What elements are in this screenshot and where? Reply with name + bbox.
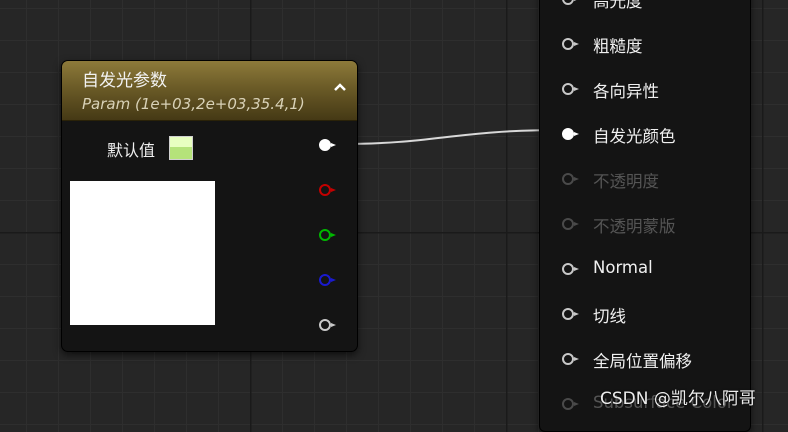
material-input-row[interactable]: 各向异性 xyxy=(562,77,742,101)
input-pin[interactable] xyxy=(562,38,579,50)
input-pin[interactable] xyxy=(562,83,579,95)
material-input-row-emissive[interactable]: 自发光颜色 xyxy=(562,122,742,146)
material-input-row-disabled: 不透明度 xyxy=(562,167,742,191)
input-pin xyxy=(562,398,579,410)
default-color-swatch[interactable] xyxy=(169,136,193,160)
input-label: 全局位置偏移 xyxy=(593,352,692,371)
input-pin xyxy=(562,173,579,185)
input-pin[interactable] xyxy=(562,0,579,5)
input-label: 粗糙度 xyxy=(593,37,643,56)
material-input-row[interactable]: 高光度 xyxy=(562,0,742,11)
material-input-row[interactable]: 粗糙度 xyxy=(562,32,742,56)
node-subtitle: Param (1e+03,2e+03,35.4,1) xyxy=(82,95,305,113)
material-input-row[interactable]: Normal xyxy=(562,257,742,281)
input-pin[interactable] xyxy=(562,353,579,365)
node-header[interactable]: 自发光参数 Param (1e+03,2e+03,35.4,1) xyxy=(62,61,357,121)
collapse-chevron-icon[interactable] xyxy=(331,79,349,97)
default-value-label: 默认值 xyxy=(107,141,156,160)
material-input-row[interactable]: 全局位置偏移 xyxy=(562,347,742,371)
watermark: CSDN @凯尔八阿哥 xyxy=(600,389,756,409)
input-label: 不透明蒙版 xyxy=(593,217,676,236)
material-input-row-disabled: 不透明蒙版 xyxy=(562,212,742,236)
input-pin-connected[interactable] xyxy=(562,128,579,140)
output-pin-rgb[interactable] xyxy=(319,139,336,151)
node-title: 自发光参数 xyxy=(82,71,167,91)
output-pin-r[interactable] xyxy=(319,184,336,196)
input-label: 高光度 xyxy=(593,0,643,11)
input-pin[interactable] xyxy=(562,263,579,275)
input-label: 不透明度 xyxy=(593,172,659,191)
input-label: Normal xyxy=(593,258,653,277)
color-preview xyxy=(70,181,215,325)
emissive-param-node[interactable]: 自发光参数 Param (1e+03,2e+03,35.4,1) 默认值 xyxy=(61,60,358,352)
material-result-node[interactable]: 高光度 粗糙度 各向异性 自发光颜色 不透明度 不透明蒙版 Normal 切线 … xyxy=(539,0,751,432)
material-input-row[interactable]: 切线 xyxy=(562,302,742,326)
input-label: 切线 xyxy=(593,307,626,326)
input-label: 自发光颜色 xyxy=(593,127,676,146)
input-pin[interactable] xyxy=(562,308,579,320)
input-label: 各向异性 xyxy=(593,82,659,101)
input-pin xyxy=(562,218,579,230)
output-pin-g[interactable] xyxy=(319,229,336,241)
output-pin-b[interactable] xyxy=(319,274,336,286)
output-pin-a[interactable] xyxy=(319,319,336,331)
